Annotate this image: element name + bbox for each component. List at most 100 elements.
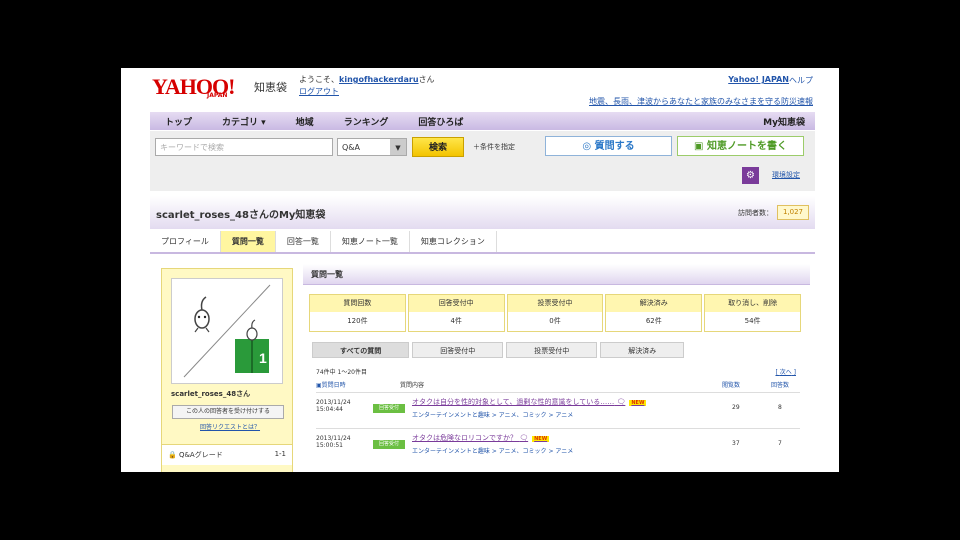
onion-character-icon [194,296,210,333]
question-stats: 質問回数 120件 回答受付中 4件 投票受付中 0件 解決済み 62件 取り消… [309,294,803,332]
stat-voting: 投票受付中 0件 [506,294,604,332]
stat-value: 0件 [549,317,561,325]
yahoo-japan-link[interactable]: Yahoo! JAPAN [728,75,789,84]
question-title-link[interactable]: オタクは自分を性的対象として、過剰な性的意識をしている…… 🗨 NEW [412,397,647,407]
ask-label: 質問する [594,141,635,152]
book-character-icon: 1 [235,319,269,373]
welcome-prefix: ようこそ、 [299,75,339,84]
settings-link[interactable]: 環境設定 [772,170,800,180]
answer-request-button[interactable]: この人の回答者を受け付けする [172,405,284,419]
stat-deleted: 取り消し、削除 54件 [704,294,801,332]
tab-collection[interactable]: 知恵コレクション [410,231,497,252]
promo-link[interactable]: 地震、長雨、津波からあなたと家族のみなさまを守る防災速報 [589,96,813,107]
table-row: 2013/11/24 15:00:51 回答受付 オタクは危険なロリコンですか？… [316,428,800,463]
visitor-label: 訪問者数： [738,209,773,217]
subtab-open[interactable]: 回答受付中 [412,342,504,358]
subtab-all[interactable]: すべての質問 [312,342,410,358]
questions-panel: 質問一覧 質問回数 120件 回答受付中 4件 投票受付中 0件 解決済み 62… [303,264,810,455]
question-title[interactable]: オタクは危険なロリコンですか？ [412,434,517,442]
nav-my-chiebukuro[interactable]: My知恵袋 [748,115,815,128]
welcome-text: ようこそ、kingofhackerdaruさん [299,74,435,85]
global-nav: トップ カテゴリ ▾ 地域 ランキング 回答ひろば My知恵袋 [150,112,815,130]
range-text: 74件中 1〜20件目 [316,369,367,376]
col-date-label: 質問日時 [321,382,346,389]
new-badge: NEW [629,400,647,406]
avatar: 1 [171,278,283,384]
stat-total: 質問回数 120件 [309,294,406,332]
subtab-voting[interactable]: 投票受付中 [506,342,598,358]
nav-category[interactable]: カテゴリ ▾ [207,115,281,128]
logout-link[interactable]: ログアウト [299,86,339,97]
status-badge: 回答受付 [373,440,405,449]
username-link[interactable]: kingofhackerdaru [339,75,419,84]
stat-label: 取り消し、削除 [705,295,800,312]
search-input[interactable]: キーワードで検索 [155,138,333,156]
tab-notes[interactable]: 知恵ノート一覧 [331,231,410,252]
tab-questions[interactable]: 質問一覧 [220,231,276,252]
nav-region[interactable]: 地域 [281,115,329,128]
category-link[interactable]: エンターテインメントと趣味 > アニメ、コミック > アニメ [412,410,573,419]
row-views: 29 [732,404,740,411]
site-header: YAHOO! JAPAN 知恵袋 ようこそ、kingofhackerdaruさん… [121,68,839,110]
tab-profile[interactable]: プロフィール [150,231,221,252]
next-link[interactable]: 次へ [780,369,792,376]
write-note-button[interactable]: ▣ 知恵ノートを書く [677,136,804,156]
stat-open: 回答受付中 4件 [407,294,505,332]
question-icon: ◎ [582,141,595,152]
row-date: 2013/11/24 15:04:44 [316,399,351,413]
grade-label: 🔒 Q&Aグレード [168,450,223,460]
help-link[interactable]: ヘルプ [789,75,813,86]
col-content: 質問内容 [400,382,425,389]
pager-next[interactable]: [ 次へ ] [775,367,796,376]
sidebar-username: scarlet_roses_48さん [171,390,251,398]
search-scope-select[interactable]: Q&A ▼ [337,138,407,156]
col-date[interactable]: ▣質問日時 [316,380,346,389]
welcome-suffix: さん [418,75,435,84]
row-views: 37 [732,440,740,447]
row-answers: 8 [778,404,782,411]
question-title-link[interactable]: オタクは危険なロリコンですか？ 🗨 NEW [412,433,550,443]
nav-answer-square[interactable]: 回答ひろば [403,115,478,128]
answer-request-help-link[interactable]: 回答リクエストとは？ [200,422,260,431]
question-filter-tabs: すべての質問 回答受付中 投票受付中 解決済み [312,342,687,358]
service-name[interactable]: 知恵袋 [254,79,287,95]
note-label: 知恵ノートを書く [706,141,787,152]
search-bar: キーワードで検索 Q&A ▼ 検索 ＋条件を指定 ◎ 質問する ▣ 知恵ノートを… [150,131,815,191]
search-button[interactable]: 検索 [412,137,464,157]
new-badge: NEW [532,436,550,442]
browser-page: YAHOO! JAPAN 知恵袋 ようこそ、kingofhackerdaruさん… [121,68,839,472]
grade-label-text: Q&Aグレード [178,451,223,459]
row-date: 2013/11/24 15:00:51 [316,435,351,449]
yahoo-logo-sub: JAPAN [207,92,228,99]
table-row: 2013/11/24 15:04:44 回答受付 オタクは自分を性的対象として、… [316,392,800,427]
comment-icon: 🗨 [519,434,529,442]
col-answers[interactable]: 回答数 [771,380,789,389]
category-link[interactable]: エンターテインメントと趣味 > アニメ、コミック > アニメ [412,446,573,455]
page-title: scarlet_roses_48さんのMy知恵袋 [156,210,326,221]
nav-ranking[interactable]: ランキング [329,115,404,128]
search-condition-link[interactable]: ＋条件を指定 [473,142,515,152]
visitor-count: 1,027 [777,205,809,220]
question-title[interactable]: オタクは自分を性的対象として、過剰な性的意識をしている…… [412,398,614,406]
nav-top[interactable]: トップ [150,115,207,128]
settings-icon[interactable]: ⚙ [742,167,759,184]
svg-text:1: 1 [259,350,267,366]
stat-label: 質問回数 [310,295,405,312]
stat-label: 解決済み [606,295,702,312]
qa-grade: 🔒 Q&Aグレード 1-1 [162,444,292,465]
list-range: 74件中 1〜20件目 [ 次へ ] [316,367,800,376]
stat-value: 62件 [645,317,662,325]
table-header: ▣質問日時 質問内容 閲覧数 回答数 [316,380,800,390]
stat-value: 120件 [347,317,368,325]
row-answers: 7 [778,440,782,447]
stat-label: 回答受付中 [408,295,504,312]
col-views[interactable]: 閲覧数 [722,380,740,389]
tab-answers[interactable]: 回答一覧 [276,231,331,252]
note-icon: ▣ [694,141,707,152]
dropdown-arrow-icon[interactable]: ▼ [390,139,406,155]
stat-value: 4件 [450,317,462,325]
ask-question-button[interactable]: ◎ 質問する [545,136,672,156]
profile-tabs: プロフィール 質問一覧 回答一覧 知恵ノート一覧 知恵コレクション [150,231,815,254]
subtab-resolved[interactable]: 解決済み [600,342,685,358]
comment-icon: 🗨 [616,398,626,406]
